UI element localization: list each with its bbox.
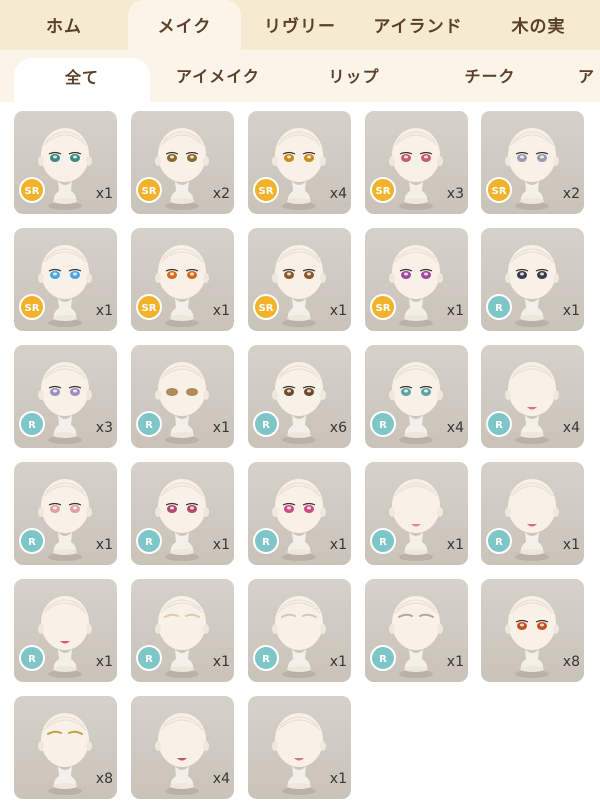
item-count: x2 [562, 186, 580, 202]
top-tab-makeup[interactable]: メイク [128, 0, 241, 50]
sub-tab-more[interactable]: ア [558, 50, 600, 102]
item-card[interactable]: Rx1 [481, 228, 584, 331]
item-count: x1 [212, 420, 230, 436]
item-card[interactable]: x8 [14, 696, 117, 799]
rarity-badge: SR [19, 294, 45, 320]
rarity-badge: SR [370, 294, 396, 320]
rarity-badge: SR [19, 177, 45, 203]
item-card[interactable]: x1 [248, 696, 351, 799]
item-card[interactable]: SR x1 [14, 111, 117, 214]
item-card[interactable]: Rx1 [14, 579, 117, 682]
top-tab-bar: ホム メイク リヴリー アイランド 木の実 [0, 0, 600, 50]
top-tab-home[interactable]: ホム [0, 0, 128, 50]
item-card[interactable]: Rx4 [365, 345, 468, 448]
item-card[interactable]: x8 [481, 579, 584, 682]
rarity-badge: SR [370, 177, 396, 203]
item-count: x1 [95, 303, 113, 319]
item-card[interactable]: SR x2 [131, 111, 234, 214]
rarity-badge: R [486, 528, 512, 554]
item-count: x1 [95, 654, 113, 670]
item-count: x8 [95, 771, 113, 787]
item-card[interactable]: x4 [131, 696, 234, 799]
item-card[interactable]: SR x1 [365, 228, 468, 331]
item-count: x1 [446, 654, 464, 670]
item-count: x1 [212, 537, 230, 553]
rarity-badge: R [486, 294, 512, 320]
rarity-badge: R [370, 411, 396, 437]
rarity-badge: SR [136, 294, 162, 320]
rarity-badge: SR [486, 177, 512, 203]
item-count: x1 [562, 303, 580, 319]
item-card[interactable]: SR x1 [248, 228, 351, 331]
rarity-badge: SR [253, 294, 279, 320]
item-card[interactable]: SR x2 [481, 111, 584, 214]
item-card[interactable]: Rx3 [14, 345, 117, 448]
item-count: x1 [95, 186, 113, 202]
rarity-badge: R [19, 528, 45, 554]
rarity-badge: R [253, 528, 279, 554]
item-count: x3 [95, 420, 113, 436]
item-card[interactable]: SR x1 [131, 228, 234, 331]
top-tab-island[interactable]: アイランド [359, 0, 477, 50]
item-count: x1 [329, 303, 347, 319]
rarity-badge: SR [136, 177, 162, 203]
rarity-badge: SR [253, 177, 279, 203]
rarity-badge: R [253, 645, 279, 671]
rarity-badge: R [486, 411, 512, 437]
item-card[interactable]: SR x3 [365, 111, 468, 214]
item-card[interactable]: Rx1 [131, 345, 234, 448]
item-count: x1 [212, 654, 230, 670]
item-card[interactable]: Rx4 [481, 345, 584, 448]
item-count: x2 [212, 186, 230, 202]
item-card[interactable]: Rx1 [481, 462, 584, 565]
item-count: x3 [446, 186, 464, 202]
item-count: x1 [562, 537, 580, 553]
top-tab-livly[interactable]: リヴリー [241, 0, 359, 50]
item-count: x1 [446, 537, 464, 553]
rarity-badge: R [136, 645, 162, 671]
item-card[interactable]: SR x1 [14, 228, 117, 331]
item-card[interactable]: Rx1 [131, 579, 234, 682]
item-count: x1 [95, 537, 113, 553]
item-count: x1 [446, 303, 464, 319]
rarity-badge: R [19, 645, 45, 671]
rarity-badge: R [370, 528, 396, 554]
item-count: x1 [329, 537, 347, 553]
item-card[interactable]: Rx1 [365, 579, 468, 682]
sub-tab-bar: 全て アイメイク リップ チーク ア [0, 50, 600, 102]
item-count: x1 [329, 771, 347, 787]
item-card[interactable]: Rx6 [248, 345, 351, 448]
item-count: x1 [329, 654, 347, 670]
item-card[interactable]: Rx1 [14, 462, 117, 565]
rarity-badge: R [136, 411, 162, 437]
item-count: x4 [562, 420, 580, 436]
item-card[interactable]: Rx1 [248, 579, 351, 682]
sub-tab-eye-makeup[interactable]: アイメイク [150, 50, 286, 102]
item-card[interactable]: Rx1 [248, 462, 351, 565]
item-card[interactable]: Rx1 [131, 462, 234, 565]
item-card[interactable]: Rx1 [365, 462, 468, 565]
rarity-badge: R [253, 411, 279, 437]
top-tab-nuts[interactable]: 木の実 [477, 0, 600, 50]
item-count: x4 [446, 420, 464, 436]
item-count: x8 [562, 654, 580, 670]
item-count: x6 [329, 420, 347, 436]
item-count: x1 [212, 303, 230, 319]
rarity-badge: R [370, 645, 396, 671]
item-count: x4 [329, 186, 347, 202]
sub-tab-all[interactable]: 全て [14, 58, 150, 102]
item-card[interactable]: SR x4 [248, 111, 351, 214]
item-count: x4 [212, 771, 230, 787]
rarity-badge: R [19, 411, 45, 437]
sub-tab-cheek[interactable]: チーク [422, 50, 558, 102]
rarity-badge: R [136, 528, 162, 554]
sub-tab-lip[interactable]: リップ [286, 50, 422, 102]
